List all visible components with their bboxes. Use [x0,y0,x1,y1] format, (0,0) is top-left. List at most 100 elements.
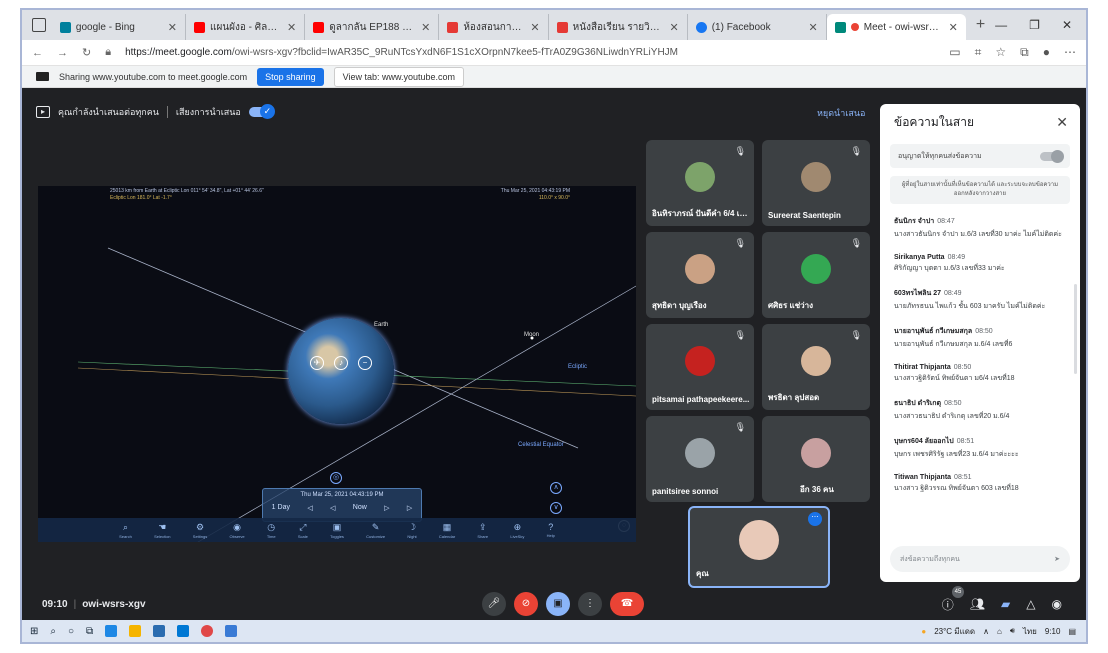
close-icon[interactable]: ✕ [1056,114,1068,131]
chat-scrollbar[interactable] [1074,284,1077,374]
participant-tile[interactable]: 🎙︎ อินทิราภรณ์ ปันดีคำ 6/4 เล... [646,140,754,226]
tool-observe[interactable]: ◉ Observe [229,522,244,539]
window-menu-icon[interactable] [32,18,46,32]
store-icon[interactable] [153,625,166,637]
tool-night[interactable]: ☽ Night [407,522,416,539]
participant-tile[interactable]: 🎙︎ Sureerat Saentepin [762,140,870,226]
close-tab-icon[interactable]: ✕ [287,21,296,34]
back-icon[interactable]: ← [32,47,43,59]
forward-step-icon[interactable]: ▷ [384,504,389,512]
tool-calendar[interactable]: ▦ Calendar [439,522,455,539]
mail-icon[interactable] [177,625,190,637]
tool-settings[interactable]: ⚙ Settings [193,522,207,539]
allow-messages-toggle[interactable] [1040,149,1064,163]
clock[interactable]: 9:10 [1045,627,1061,636]
close-window-icon[interactable]: ✕ [1062,18,1072,32]
volume-icon[interactable]: 🔊︎ [1010,626,1015,636]
host-controls-icon[interactable]: ◉ [1052,597,1062,611]
reader-icon[interactable]: ⌗ [975,45,982,60]
profile-avatar[interactable]: ● [1043,45,1050,60]
tool-help[interactable]: ? Help [547,522,555,538]
new-tab-button[interactable]: + [966,16,995,40]
people-icon[interactable]: 👥︎ [970,597,985,611]
view-tab-button[interactable]: View tab: www.youtube.com [333,66,465,87]
globe-icon[interactable]: ◎ [330,472,342,484]
info-icon[interactable]: ⓘ [942,596,954,613]
more-options-icon[interactable]: ⋯ [808,512,822,526]
tab-bing[interactable]: google - Bing ✕ [52,14,187,40]
tool-selection[interactable]: ☚ Selection [154,522,170,539]
participant-tile[interactable]: 🎙︎ panitsiree sonnoi [646,416,754,502]
tool-livesky[interactable]: ⊕ LiveSky [510,522,524,539]
leave-call-button[interactable]: ☎ [610,592,644,616]
minimize-icon[interactable]: — [995,18,1007,32]
self-tile[interactable]: ⋯ คุณ [688,506,830,588]
close-tab-icon[interactable]: ✕ [421,21,430,34]
participant-tile[interactable]: 🎙︎ พรธิดา ลุปสอด [762,324,870,410]
close-tab-icon[interactable]: ✕ [669,21,678,34]
more-menu-icon[interactable]: ⋯ [1064,45,1076,60]
tool-scale[interactable]: ⤢ Scale [298,522,308,539]
send-icon[interactable]: ➤ [1054,555,1060,563]
app-icon[interactable] [225,625,238,637]
back-step-icon[interactable]: ◁ [330,504,335,512]
url-field[interactable]: https://meet.google.com/owi-wsrs-xgv?fbc… [125,47,935,58]
fullscreen-icon[interactable]: ✈ [310,356,324,370]
tab-youtube[interactable]: แผนผังอ - ศิลปิน - YouTube ✕ [186,14,306,40]
stop-presenting-button[interactable]: หยุดนำเสนอ [817,106,865,120]
tool-share[interactable]: ⇪ Share [477,522,488,539]
step-label[interactable]: 1 Day [272,504,290,512]
fast-forward-icon[interactable]: ▷ [407,504,412,512]
minus-icon[interactable]: − [358,356,372,370]
collections-icon[interactable]: ⧉ [1020,45,1029,60]
presentation-audio-toggle[interactable] [248,104,275,119]
tool-search[interactable]: ⌕ Search [119,522,132,539]
tool-time[interactable]: ◷ Time [267,522,276,539]
favorite-star-icon[interactable]: ☆ [995,45,1006,60]
tab-facebook[interactable]: (1) Facebook ✕ [688,14,827,40]
notifications-icon[interactable]: ▤ [1068,627,1076,636]
maximize-icon[interactable]: ❐ [1029,18,1040,32]
participant-tile[interactable]: 🎙︎ pitsamai pathapeekeere... [646,324,754,410]
volume-icon[interactable]: ♪ [334,356,348,370]
scroll-down-icon[interactable]: ∨ [550,502,562,514]
reload-icon[interactable]: ↻ [82,46,91,59]
participant-tile[interactable]: 🎙︎ สุทธิดา บุญเรือง [646,232,754,318]
activities-icon[interactable]: △ [1026,597,1035,611]
tool-toggles[interactable]: ▣ Toggles [330,522,344,539]
task-view-icon[interactable]: ⧉ [86,626,93,637]
close-tab-icon[interactable]: ✕ [530,21,539,34]
tab-textbook[interactable]: หนังสือเรียน รายวิชาพื้นฐาน ภูมิศาสต ✕ [549,14,688,40]
tray-chevron-icon[interactable]: ∧ [983,627,989,636]
close-tab-icon[interactable]: ✕ [809,21,818,34]
cortana-icon[interactable]: ○ [68,626,74,637]
more-participants-tile[interactable]: อีก 36 คน [762,416,870,502]
weather-text[interactable]: 23°C มีแดด [934,625,975,638]
network-icon[interactable]: ⌂ [997,627,1002,636]
tab-meet[interactable]: Meet - owi-wsrs-xgv ✕ [826,14,966,40]
scroll-up-icon[interactable]: ∧ [550,482,562,494]
cast-icon[interactable]: ▭ [949,45,960,60]
participant-tile[interactable]: 🎙︎ ศศิธร แช่ว่าง [762,232,870,318]
rewind-icon[interactable]: ◁ [307,504,312,512]
more-options-button[interactable]: ⋮ [578,592,602,616]
tab-youtube-ep[interactable]: ดูลากลัน EP188 ฤดูกาล Seas ✕ [305,14,440,40]
forward-icon[interactable]: → [57,47,68,59]
camera-off-button[interactable]: ⊘ [514,592,538,616]
tab-classroom[interactable]: ห้องสอนการสอน มัธยมปลาย อนุ ✕ [439,14,549,40]
close-tab-icon[interactable]: ✕ [949,21,958,34]
edge-icon[interactable] [105,625,118,637]
file-explorer-icon[interactable] [129,625,142,637]
microphone-button[interactable]: 🎤︎ [482,592,506,616]
chat-input[interactable]: ส่งข้อความถึงทุกคน ➤ [890,546,1070,572]
search-icon[interactable]: ⌕ [50,626,56,637]
stop-sharing-button[interactable]: Stop sharing [257,67,324,86]
close-tab-icon[interactable]: ✕ [168,21,177,34]
chat-icon[interactable]: ▰ [1001,597,1010,611]
language-indicator[interactable]: ไทย [1023,625,1037,638]
now-button[interactable]: Now [353,504,367,512]
windows-start-icon[interactable]: ⊞ [30,626,38,637]
present-screen-button[interactable]: ▣ [546,592,570,616]
tool-customize[interactable]: ✎ Customize [366,522,385,539]
chrome-icon[interactable] [201,625,214,637]
